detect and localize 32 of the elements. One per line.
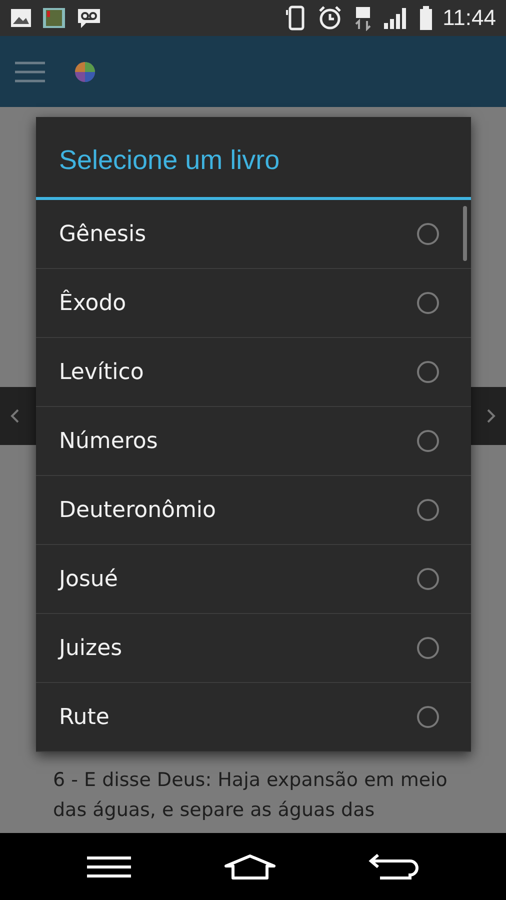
dialog-title: Selecione um livro (36, 117, 471, 200)
book-option[interactable]: Rute (36, 683, 471, 752)
book-option[interactable]: Deuteronômio (36, 476, 471, 545)
signal-icon (382, 6, 409, 30)
verse-text: 6 - E disse Deus: Haja expansão em meio das águas, e separe as águas das (52, 768, 448, 823)
book-option[interactable]: Juizes (36, 614, 471, 683)
book-icon (42, 7, 66, 29)
radio-button[interactable] (417, 292, 439, 314)
radio-button[interactable] (417, 706, 439, 728)
menu-icon[interactable] (86, 856, 132, 878)
book-option[interactable]: Números (36, 407, 471, 476)
radio-button[interactable] (417, 568, 439, 590)
radio-button[interactable] (417, 430, 439, 452)
data-arrows-icon (352, 5, 373, 31)
alarm-icon (316, 5, 343, 31)
book-option[interactable]: Êxodo (36, 269, 471, 338)
radio-button[interactable] (417, 361, 439, 383)
vibrate-icon (284, 5, 307, 31)
book-option[interactable]: Josué (36, 545, 471, 614)
radio-button[interactable] (417, 499, 439, 521)
chevron-left-icon[interactable] (10, 408, 20, 424)
voicemail-icon (76, 7, 102, 29)
picture-icon (10, 8, 32, 28)
radio-button[interactable] (417, 223, 439, 245)
color-wheel-icon (74, 60, 96, 82)
back-icon[interactable] (368, 852, 420, 880)
chevron-right-icon[interactable] (486, 408, 496, 424)
home-icon[interactable] (222, 854, 277, 880)
radio-button[interactable] (417, 637, 439, 659)
battery-icon (418, 5, 433, 31)
status-time: 11:44 (442, 5, 496, 31)
book-option[interactable]: Levítico (36, 338, 471, 407)
